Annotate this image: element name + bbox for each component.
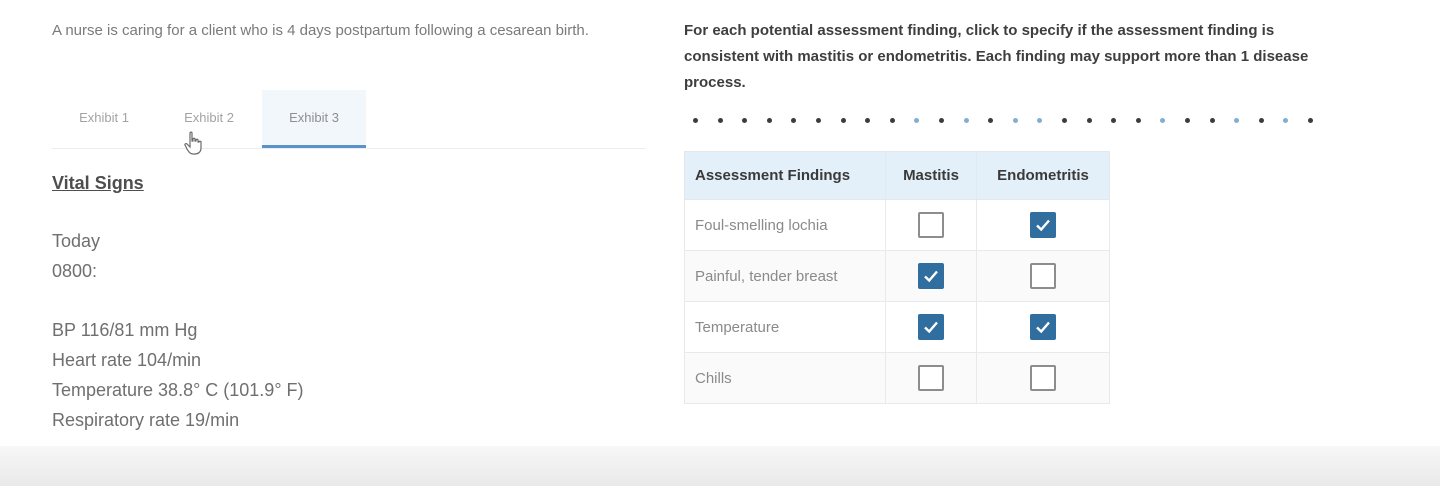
assessment-table: Assessment Findings Mastitis Endometriti… (684, 151, 1110, 404)
exhibit-tabs: Exhibit 1 Exhibit 2 Exhibit 3 (52, 90, 646, 149)
header-endometritis: Endometritis (976, 151, 1110, 200)
check-icon (924, 321, 938, 334)
endometritis-checkbox[interactable] (1030, 314, 1056, 340)
vitals-respiratory-rate: Respiratory rate 19/min (52, 410, 240, 430)
mastitis-checkbox[interactable] (918, 263, 944, 289)
progress-dot (1012, 118, 1018, 123)
endometritis-checkbox[interactable] (1030, 365, 1056, 391)
progress-dot (791, 118, 797, 123)
vitals-temperature: Temperature 38.8° C (101.9° F) (52, 380, 304, 400)
scenario-text: A nurse is caring for a client who is 4 … (52, 22, 589, 39)
endometritis-checkbox[interactable] (1030, 263, 1056, 289)
header-mastitis: Mastitis (885, 151, 977, 200)
progress-dot (1062, 118, 1067, 123)
progress-dot (717, 118, 723, 123)
check-icon (1036, 219, 1050, 232)
header-findings: Assessment Findings (684, 151, 886, 200)
table-row: Painful, tender breast (684, 250, 1110, 302)
progress-dot (693, 118, 698, 123)
progress-dot (1308, 118, 1313, 123)
vitals-heart-rate: Heart rate 104/min (52, 350, 202, 370)
progress-dot (1086, 118, 1092, 123)
vitals-bp: BP 116/81 mm Hg (52, 320, 198, 340)
endometritis-checkbox[interactable] (1030, 212, 1056, 238)
check-icon (924, 270, 938, 283)
question-instructions: For each potential assessment finding, c… (684, 22, 1309, 91)
question-panel: For each potential assessment finding, c… (684, 18, 1384, 404)
progress-dot (963, 118, 969, 123)
progress-dot (939, 118, 944, 123)
progress-dot (1209, 118, 1215, 123)
bottom-toolbar (0, 446, 1440, 486)
table-header-row: Assessment Findings Mastitis Endometriti… (684, 151, 1110, 200)
finding-label: Chills (684, 352, 886, 404)
vitals-time: 0800: (52, 261, 98, 281)
progress-dot (1234, 118, 1240, 123)
table-row: Temperature (684, 301, 1110, 353)
tab-exhibit-3[interactable]: Exhibit 3 (262, 90, 366, 148)
mastitis-checkbox[interactable] (918, 212, 944, 238)
mastitis-checkbox[interactable] (918, 365, 944, 391)
progress-dot (766, 118, 772, 123)
vitals-day: Today (52, 231, 101, 251)
progress-dot (1185, 118, 1190, 123)
case-panel: A nurse is caring for a client who is 4 … (52, 18, 646, 430)
progress-dot (840, 118, 846, 123)
tab-exhibit-1[interactable]: Exhibit 1 (52, 90, 156, 146)
progress-dot (1160, 118, 1166, 123)
vital-signs-exhibit: Vital Signs Today 0800: BP 116/81 mm Hg … (52, 168, 592, 435)
progress-dot (988, 118, 994, 123)
finding-label: Painful, tender breast (684, 250, 886, 302)
finding-label: Foul-smelling lochia (684, 199, 886, 251)
check-icon (1036, 321, 1050, 334)
hand-cursor-icon (184, 131, 202, 155)
progress-dot (914, 118, 920, 123)
mastitis-checkbox[interactable] (918, 314, 944, 340)
progress-dot (816, 118, 821, 123)
finding-label: Temperature (684, 301, 886, 353)
table-row: Chills (684, 352, 1110, 404)
vital-signs-title: Vital Signs (52, 173, 144, 193)
progress-dot (1258, 118, 1264, 123)
progress-dot (865, 118, 871, 123)
progress-dots (684, 114, 1324, 128)
table-row: Foul-smelling lochia (684, 199, 1110, 251)
progress-dot (1135, 118, 1141, 123)
progress-dot (1037, 118, 1043, 123)
progress-dot (1111, 118, 1117, 123)
progress-dot (889, 118, 895, 123)
tab-exhibit-2[interactable]: Exhibit 2 (156, 90, 262, 146)
progress-dot (742, 118, 748, 123)
progress-dot (1283, 118, 1289, 123)
